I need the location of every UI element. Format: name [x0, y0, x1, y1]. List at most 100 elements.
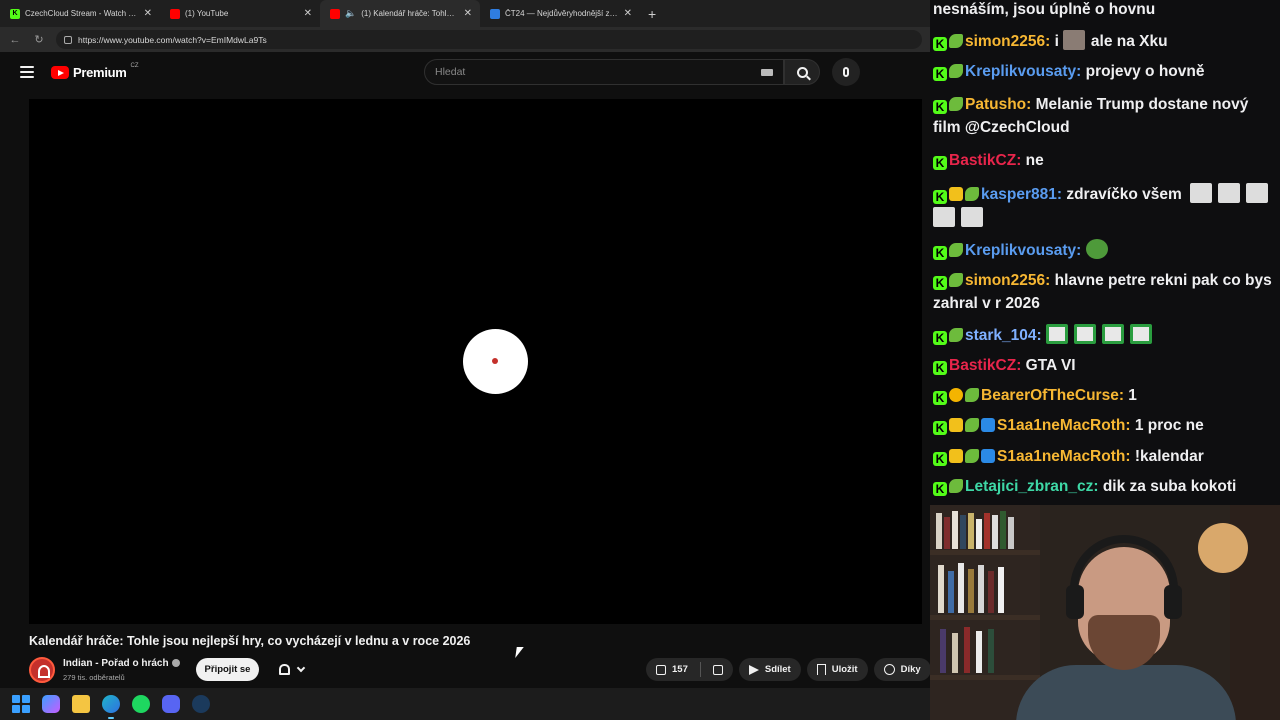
video-player[interactable] [29, 99, 922, 624]
chat-text: dik za suba kokoti [1102, 478, 1237, 495]
search-input[interactable]: Hledat [424, 59, 784, 85]
reload-icon[interactable]: ↻ [32, 33, 46, 46]
share-button[interactable]: Sdílet [738, 658, 801, 681]
taskbar [0, 688, 930, 720]
emote-icon [933, 206, 955, 227]
site-info-icon[interactable] [64, 35, 72, 44]
cube-badge-icon [981, 418, 995, 432]
loading-spinner-icon [463, 329, 528, 394]
chat-message: stark_104: [933, 324, 1277, 348]
channel-avatar[interactable] [29, 657, 55, 683]
channel-row: Indian - Pořad o hrách 279 tis. odběrate… [29, 655, 931, 685]
emote-icon [1189, 183, 1212, 203]
headset [1070, 535, 1178, 595]
like-count[interactable]: 157 [672, 664, 688, 675]
share-icon [748, 664, 759, 675]
chat-username[interactable]: simon2256 [965, 272, 1045, 289]
chat-username[interactable]: stark_104 [965, 327, 1037, 344]
steam-icon[interactable] [192, 695, 210, 713]
dislike-icon[interactable] [712, 664, 723, 675]
verified-icon [171, 659, 180, 668]
spotify-icon[interactable] [132, 695, 150, 713]
chat-message: simon2256: iale na Xku [933, 30, 1277, 54]
emote-icon [1102, 324, 1125, 344]
close-icon[interactable]: ✕ [144, 8, 152, 19]
chat-message: S1aa1neMacRoth: !kalendar [933, 446, 1277, 469]
chat-username[interactable]: BearerOfTheCurse [981, 387, 1119, 404]
browser-window: K CzechCloud Stream - Watch Live o ✕ (1)… [0, 0, 931, 688]
chat-username[interactable]: Kreplikvousaty [965, 242, 1076, 259]
kick-badge-icon [933, 190, 947, 204]
chat-username[interactable]: kasper881 [981, 186, 1057, 203]
chat-username[interactable]: BastikCZ [949, 152, 1016, 169]
copilot-icon[interactable] [42, 695, 60, 713]
kick-badge-icon [933, 100, 947, 114]
address-bar: ← ↻ https://www.youtube.com/watch?v=EmIM… [0, 27, 930, 52]
kick-badge-icon [933, 391, 947, 405]
url-field[interactable]: https://www.youtube.com/watch?v=EmIMdwLa… [56, 30, 922, 49]
microphone-icon [843, 67, 849, 77]
back-icon[interactable]: ← [8, 34, 22, 46]
chat-text: ne [1025, 152, 1044, 169]
like-icon[interactable] [656, 664, 666, 675]
chat-message: Kreplikvousaty: [933, 239, 1277, 263]
kick-badge-icon [933, 276, 947, 290]
tab-youtube[interactable]: (1) YouTube ✕ [160, 0, 320, 27]
youtube-header: Premium CZ Hledat [0, 52, 930, 92]
leaf-badge-icon [949, 328, 963, 342]
youtube-icon [330, 8, 340, 19]
chat-username[interactable]: Letajici_zbran_cz [965, 478, 1093, 495]
chat-text: i [1054, 33, 1059, 50]
edge-icon[interactable] [102, 695, 120, 719]
kick-icon: K [10, 8, 20, 19]
notification-button[interactable] [267, 658, 315, 681]
leaf-badge-icon [965, 187, 979, 201]
chat-text: GTA VI [1025, 357, 1076, 374]
tab-bar: K CzechCloud Stream - Watch Live o ✕ (1)… [0, 0, 930, 27]
emote-icon [1074, 324, 1097, 344]
chat-username[interactable]: S1aa1neMacRoth [997, 448, 1125, 465]
coin-badge-icon [949, 388, 963, 402]
discord-icon[interactable] [162, 695, 180, 713]
close-icon[interactable]: ✕ [304, 8, 312, 19]
channel-name: Indian - Pořad o hrách [63, 658, 169, 669]
kick-badge-icon [933, 156, 947, 170]
windows-start-icon[interactable] [12, 695, 30, 713]
tab-kalendar[interactable]: 🔈 (1) Kalendář hráče: Tohle jsou ✕ [320, 0, 480, 27]
close-icon[interactable]: ✕ [464, 8, 472, 19]
tab-label: (1) YouTube [185, 9, 229, 18]
video-title: Kalendář hráče: Tohle jsou nejlepší hry,… [29, 634, 471, 648]
crown-badge-icon [949, 449, 963, 463]
join-button[interactable]: Připojit se [196, 658, 259, 681]
save-button[interactable]: Uložit [806, 658, 868, 681]
menu-icon[interactable] [20, 66, 34, 78]
thanks-button[interactable]: Díky [873, 658, 931, 681]
new-tab-button[interactable]: + [640, 0, 664, 27]
kick-badge-icon [933, 331, 947, 345]
chat-message: Kreplikvousaty: projevy o hovně [933, 61, 1277, 84]
chat-username[interactable]: Patusho [965, 96, 1026, 113]
channel-name-link[interactable]: Indian - Pořad o hrách [63, 658, 180, 669]
youtube-logo[interactable]: Premium CZ [51, 63, 139, 80]
subscriber-count: 279 tis. odběratelů [63, 673, 125, 682]
leaf-badge-icon [949, 34, 963, 48]
chat-username[interactable]: Kreplikvousaty [965, 63, 1076, 80]
tab-ct24[interactable]: ČT24 — Nejdůvěryhodnější zprav ✕ [480, 0, 640, 27]
chat-message: BastikCZ: GTA VI [933, 355, 1277, 378]
emote-icon [1245, 183, 1268, 203]
search-button[interactable] [784, 59, 820, 85]
close-icon[interactable]: ✕ [624, 8, 632, 19]
keyboard-icon[interactable] [761, 69, 773, 76]
kick-badge-icon [933, 482, 947, 496]
globe [1198, 523, 1248, 573]
chat-message: kasper881: zdravíčko všem [933, 183, 1277, 230]
chat-username[interactable]: simon2256 [965, 33, 1045, 50]
leaf-badge-icon [949, 64, 963, 78]
speaker-icon[interactable]: 🔈 [345, 8, 356, 19]
crown-badge-icon [949, 418, 963, 432]
tab-czechcloud[interactable]: K CzechCloud Stream - Watch Live o ✕ [0, 0, 160, 27]
voice-search-button[interactable] [832, 58, 860, 86]
file-explorer-icon[interactable] [72, 695, 90, 713]
chat-username[interactable]: BastikCZ [949, 357, 1016, 374]
chat-username[interactable]: S1aa1neMacRoth [997, 417, 1125, 434]
